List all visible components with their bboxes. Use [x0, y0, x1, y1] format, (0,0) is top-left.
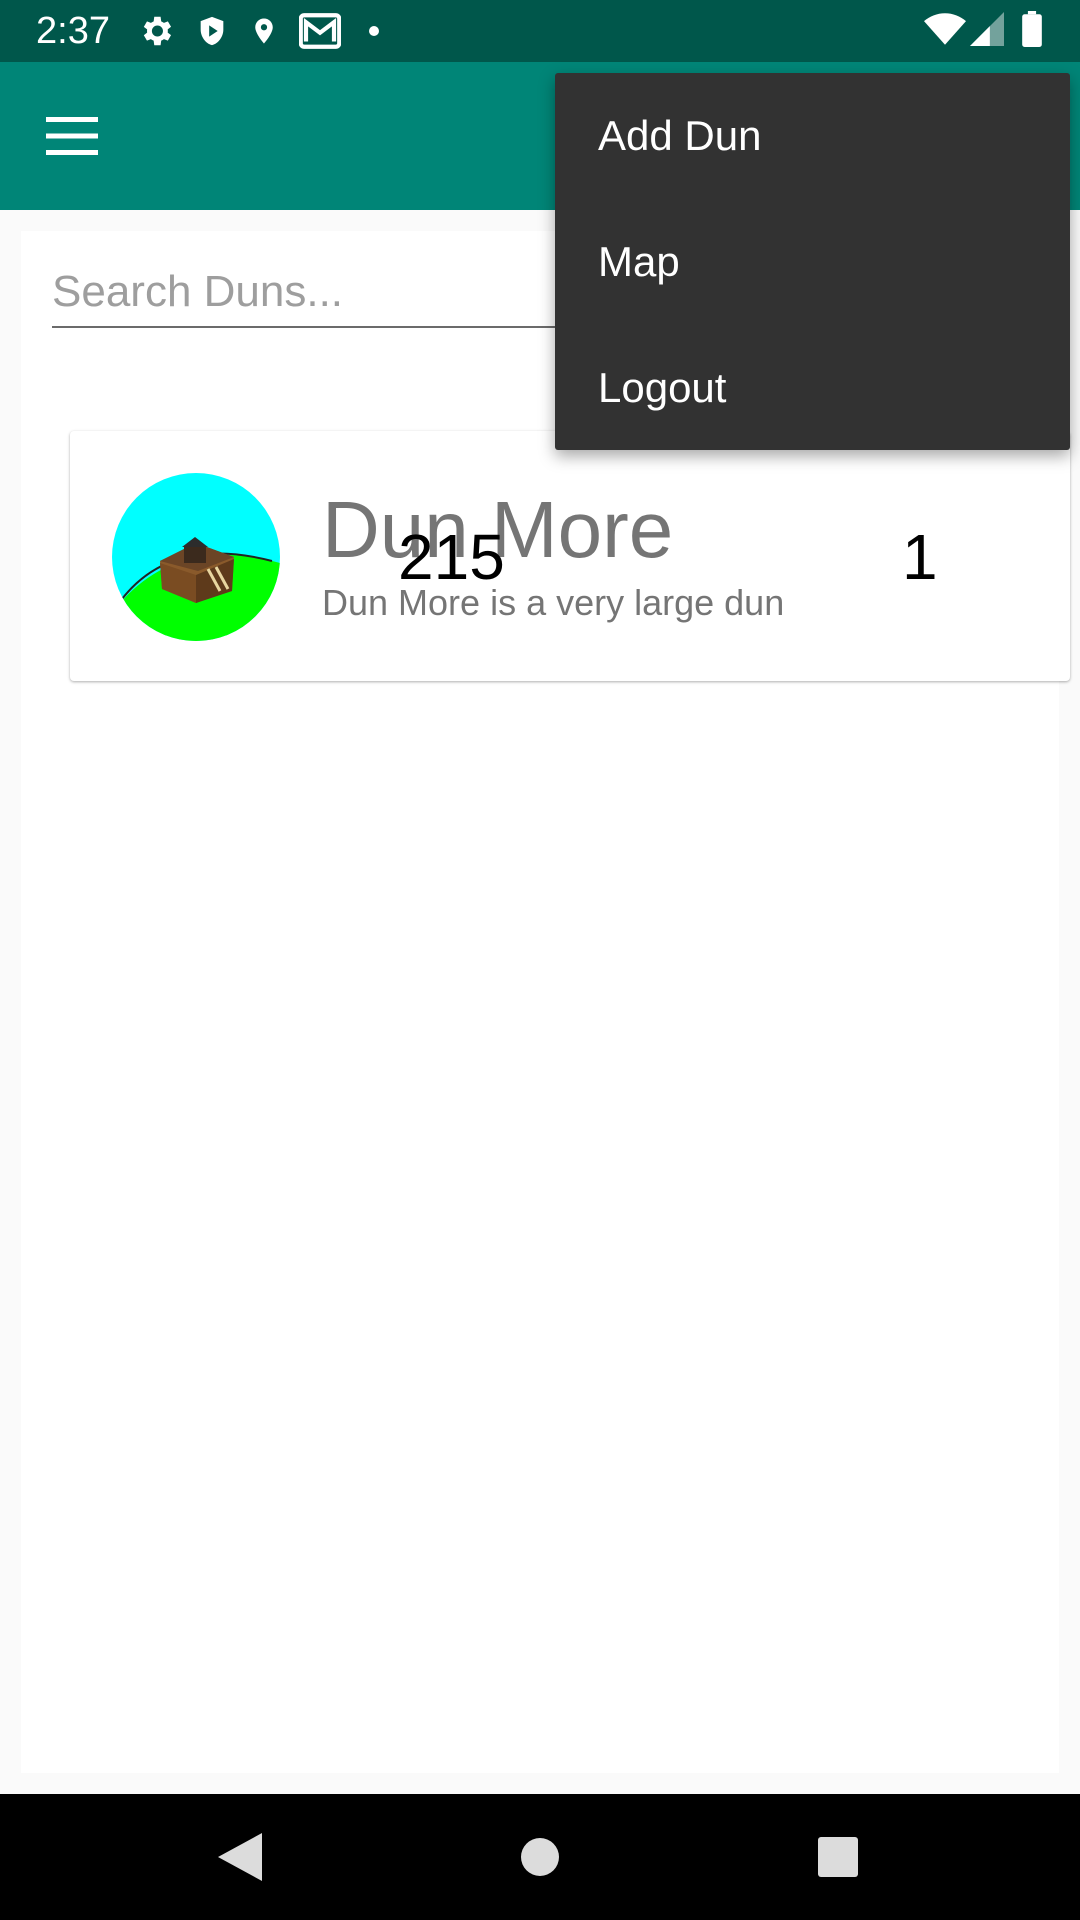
status-time: 2:37: [36, 10, 110, 52]
menu-item-map[interactable]: Map: [555, 199, 1070, 325]
wifi-icon: [924, 12, 966, 51]
home-button[interactable]: [510, 1827, 570, 1887]
navigation-bar: [0, 1794, 1080, 1920]
menu-item-logout[interactable]: Logout: [555, 325, 1070, 451]
hamburger-menu-icon: [46, 117, 98, 155]
back-button[interactable]: [210, 1827, 270, 1887]
status-icons-right: [924, 10, 1042, 52]
battery-icon: [1022, 10, 1042, 52]
dun-description: Dun More is a very large dun: [322, 582, 785, 623]
status-bar: 2:37: [0, 0, 1080, 62]
gear-icon: [137, 12, 175, 50]
recents-button[interactable]: [808, 1827, 868, 1887]
location-pin-icon: [249, 12, 279, 50]
dun-avatar: [112, 473, 280, 641]
list-item[interactable]: Dun More Dun More is a very large dun 21…: [70, 431, 1070, 681]
shield-icon: [195, 12, 229, 50]
dot-icon: [369, 26, 379, 36]
recents-icon: [818, 1837, 858, 1877]
back-icon: [218, 1833, 262, 1881]
home-icon: [521, 1838, 559, 1876]
dun-count-primary: 215: [398, 521, 505, 593]
overflow-menu: Add Dun Map Logout: [555, 73, 1070, 450]
status-icons-left: [137, 12, 379, 50]
gmail-icon: [299, 13, 341, 49]
signal-icon: [970, 11, 1004, 51]
hamburger-menu-button[interactable]: [26, 98, 118, 174]
dun-count-secondary: 1: [902, 521, 938, 593]
menu-item-add-dun[interactable]: Add Dun: [555, 73, 1070, 199]
